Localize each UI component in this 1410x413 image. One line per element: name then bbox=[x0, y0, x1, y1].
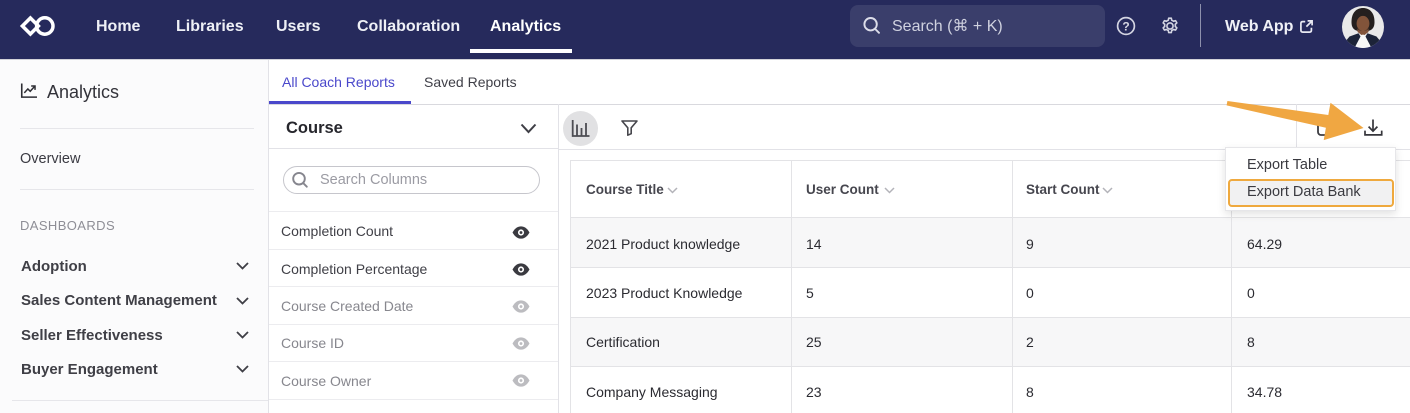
svg-text:?: ? bbox=[1122, 19, 1129, 33]
